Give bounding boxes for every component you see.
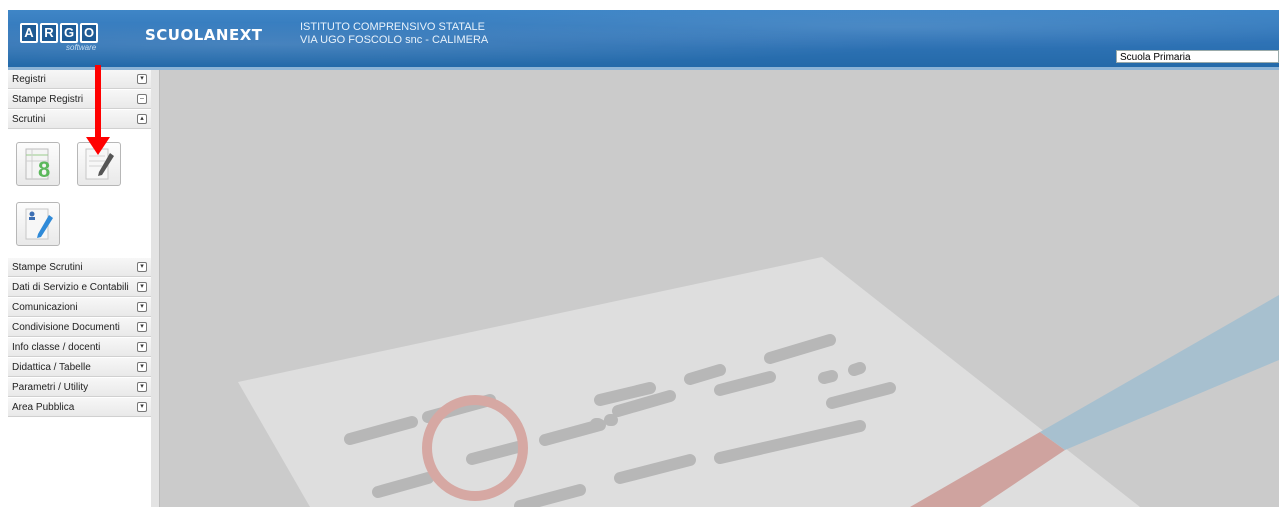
student-edit-icon [25,208,53,240]
school-name: ISTITUTO COMPRENSIVO STATALE [300,21,485,33]
menu-item-label: Area Pubblica [12,402,75,413]
grades-sheet-icon: 8 [25,148,50,182]
collapse-icon[interactable]: – [137,94,147,104]
menu-item-label: Comunicazioni [12,302,78,313]
expand-icon[interactable]: ▾ [137,302,147,312]
brand-title: SCUOLANEXT [145,26,263,44]
menu-item-label: Stampe Scrutini [12,262,83,273]
logo-letter-a: A [20,23,38,43]
logo-letter-o: O [80,23,98,43]
menu-item-label: Scrutini [12,114,46,125]
expand-icon[interactable]: ▾ [137,342,147,352]
expand-icon[interactable]: ▾ [137,362,147,372]
menu-item-comunicazioni[interactable]: Comunicazioni ▾ [8,298,151,317]
menu-item-dati-servizio[interactable]: Dati di Servizio e Contabili ▾ [8,278,151,297]
logo-letter-r: R [40,23,58,43]
menu-item-condivisione-documenti[interactable]: Condivisione Documenti ▾ [8,318,151,337]
expand-icon[interactable]: ▾ [137,402,147,412]
menu-item-label: Stampe Registri [12,94,84,105]
tile-student-edit[interactable] [16,202,60,246]
expand-icon[interactable]: ▾ [137,282,147,292]
menu-item-stampe-scrutini[interactable]: Stampe Scrutini ▾ [8,258,151,277]
menu-item-registri[interactable]: Registri ▾ [8,70,151,89]
menu-item-label: Condivisione Documenti [12,322,120,333]
expand-icon[interactable]: ▾ [137,322,147,332]
background-illustration [160,70,1279,507]
logo-letter-g: G [60,23,78,43]
menu-item-label: Dati di Servizio e Contabili [12,282,129,293]
menu-item-parametri[interactable]: Parametri / Utility ▾ [8,378,151,397]
expand-icon[interactable]: ▾ [137,382,147,392]
school-level-select[interactable]: Scuola Primaria [1116,50,1279,63]
menu-item-label: Parametri / Utility [12,382,89,393]
main-content [160,70,1279,507]
menu-item-area-pubblica[interactable]: Area Pubblica ▾ [8,398,151,417]
argo-logo: A R G O [20,23,98,43]
expand-icon[interactable]: ▾ [137,262,147,272]
header: A R G O software SCUOLANEXT ISTITUTO COM… [8,10,1279,67]
collapse-icon[interactable]: ▴ [137,114,147,124]
logo-subtitle: software [66,43,97,52]
school-info: ISTITUTO COMPRENSIVO STATALE VIA UGO FOS… [300,21,488,47]
menu-item-label: Info classe / docenti [12,342,101,353]
tile-grades-sheet[interactable]: 8 [16,142,60,186]
menu-item-info-classe[interactable]: Info classe / docenti ▾ [8,338,151,357]
sidebar-splitter[interactable] [151,70,160,507]
school-address: VIA UGO FOSCOLO snc - CALIMERA [300,34,489,46]
annotation-arrow-icon [86,65,110,155]
menu-item-didattica[interactable]: Didattica / Tabelle ▾ [8,358,151,377]
menu-item-stampe-registri[interactable]: Stampe Registri – [8,90,151,109]
svg-text:8: 8 [38,157,50,182]
app-window: A R G O software SCUOLANEXT ISTITUTO COM… [8,10,1279,507]
expand-icon[interactable]: ▾ [137,74,147,84]
menu-item-label: Didattica / Tabelle [12,362,91,373]
menu-item-scrutini[interactable]: Scrutini ▴ [8,110,151,129]
menu-item-label: Registri [12,74,46,85]
